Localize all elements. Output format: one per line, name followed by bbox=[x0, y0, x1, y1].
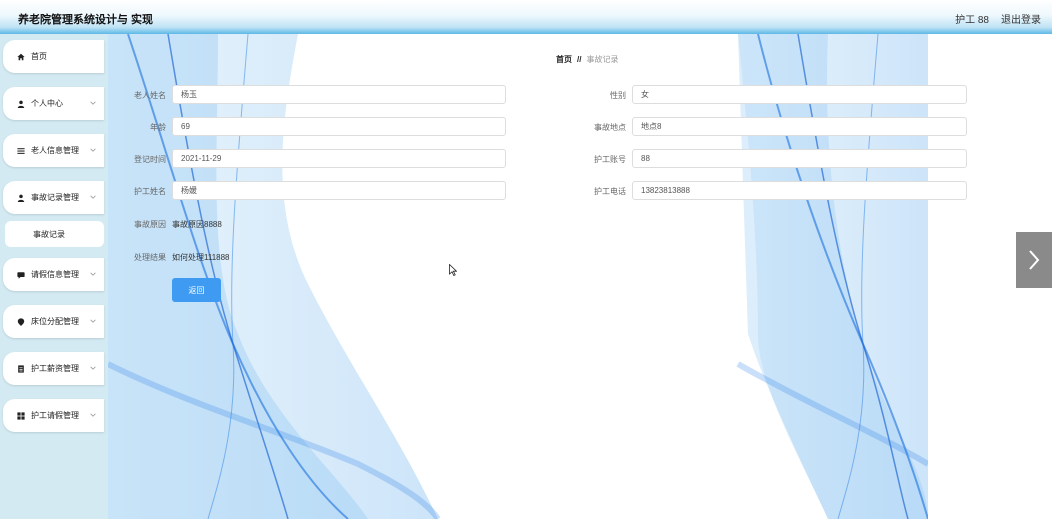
sidebar-item-personal-center[interactable]: 个人中心 bbox=[3, 87, 104, 120]
user-icon bbox=[16, 193, 25, 202]
gender-field[interactable]: 女 bbox=[632, 85, 967, 104]
grid-icon bbox=[16, 411, 25, 420]
sidebar-item-label: 老人信息管理 bbox=[31, 146, 79, 155]
chevron-down-icon bbox=[90, 148, 96, 152]
chevron-down-icon bbox=[90, 413, 96, 417]
chevron-down-icon bbox=[90, 272, 96, 276]
sidebar-item-label: 护工薪资管理 bbox=[31, 364, 79, 373]
elder-name-label: 老人姓名 bbox=[134, 91, 166, 100]
sidebar-item-label: 请假信息管理 bbox=[31, 270, 79, 279]
next-arrow-button[interactable] bbox=[1016, 232, 1052, 288]
accident-cause-value: 事故原因8888 bbox=[172, 220, 222, 229]
document-icon bbox=[16, 364, 25, 373]
sidebar-item-nurse-salary[interactable]: 护工薪资管理 bbox=[3, 352, 104, 385]
chevron-down-icon bbox=[90, 319, 96, 323]
handling-result-label: 处理结果 bbox=[134, 253, 166, 262]
register-time-label: 登记时间 bbox=[134, 155, 166, 164]
sidebar-subitem-accident-record[interactable]: 事故记录 bbox=[5, 221, 104, 247]
back-button[interactable]: 返回 bbox=[172, 278, 221, 302]
background-wave-art bbox=[108, 34, 1052, 519]
sidebar-item-elder-info[interactable]: 老人信息管理 bbox=[3, 134, 104, 167]
mouse-cursor-icon bbox=[449, 264, 457, 276]
chevron-right-icon bbox=[1029, 250, 1040, 270]
nurse-account-label: 护工账号 bbox=[594, 155, 626, 164]
user-area: 护工 88 退出登录 bbox=[955, 11, 1041, 26]
sidebar-item-label: 护工请假管理 bbox=[31, 411, 79, 420]
sidebar-item-label: 床位分配管理 bbox=[31, 317, 79, 326]
breadcrumb: 首页 // 事故记录 bbox=[556, 54, 618, 65]
age-label: 年龄 bbox=[150, 123, 166, 132]
sidebar-item-nurse-leave[interactable]: 护工请假管理 bbox=[3, 399, 104, 432]
elder-name-field[interactable]: 杨玉 bbox=[172, 85, 506, 104]
nurse-account-field[interactable]: 88 bbox=[632, 149, 967, 168]
user-label: 护工 88 bbox=[955, 15, 989, 26]
location-icon bbox=[16, 317, 25, 326]
accident-location-field[interactable]: 地点8 bbox=[632, 117, 967, 136]
sidebar-item-label: 首页 bbox=[31, 52, 47, 61]
sidebar-item-bed-allocation[interactable]: 床位分配管理 bbox=[3, 305, 104, 338]
breadcrumb-current: 事故记录 bbox=[586, 55, 619, 64]
sidebar-item-leave-info[interactable]: 请假信息管理 bbox=[3, 258, 104, 291]
handling-result-value: 如何处理111888 bbox=[172, 253, 230, 262]
sidebar-item-label: 事故记录管理 bbox=[31, 193, 79, 202]
list-icon bbox=[16, 146, 25, 155]
breadcrumb-home[interactable]: 首页 bbox=[556, 54, 572, 65]
sidebar: 首页 个人中心 老人信息管理 事故记录管理 事故记录 请假信息管理 床位分配管理… bbox=[0, 34, 108, 519]
accident-location-label: 事故地点 bbox=[594, 123, 626, 132]
gender-label: 性别 bbox=[610, 91, 626, 100]
register-time-field[interactable]: 2021-11-29 bbox=[172, 149, 506, 168]
home-icon bbox=[16, 52, 25, 61]
logout-link[interactable]: 退出登录 bbox=[1001, 11, 1041, 26]
nurse-phone-field[interactable]: 13823813888 bbox=[632, 181, 967, 200]
sidebar-item-label: 个人中心 bbox=[31, 99, 63, 108]
sidebar-item-accident-records[interactable]: 事故记录管理 bbox=[3, 181, 104, 214]
chevron-down-icon bbox=[90, 101, 96, 105]
breadcrumb-separator: // bbox=[577, 55, 582, 64]
chevron-down-icon bbox=[90, 366, 96, 370]
nurse-name-field[interactable]: 杨媛 bbox=[172, 181, 506, 200]
age-field[interactable]: 69 bbox=[172, 117, 506, 136]
app-title: 养老院管理系统设计与 实现 bbox=[18, 14, 154, 26]
main-content: 首页 // 事故记录 老人姓名 杨玉 性别 女 年龄 69 事故地点 地点8 登… bbox=[108, 34, 1052, 519]
chevron-down-icon bbox=[90, 195, 96, 199]
nurse-name-label: 护工姓名 bbox=[134, 187, 166, 196]
user-icon bbox=[16, 99, 25, 108]
top-header: 养老院管理系统设计与 实现 护工 88 退出登录 bbox=[0, 0, 1052, 34]
accident-cause-label: 事故原因 bbox=[134, 220, 166, 229]
sidebar-item-home[interactable]: 首页 bbox=[3, 40, 104, 73]
message-icon bbox=[16, 270, 25, 279]
nurse-phone-label: 护工电话 bbox=[594, 187, 626, 196]
